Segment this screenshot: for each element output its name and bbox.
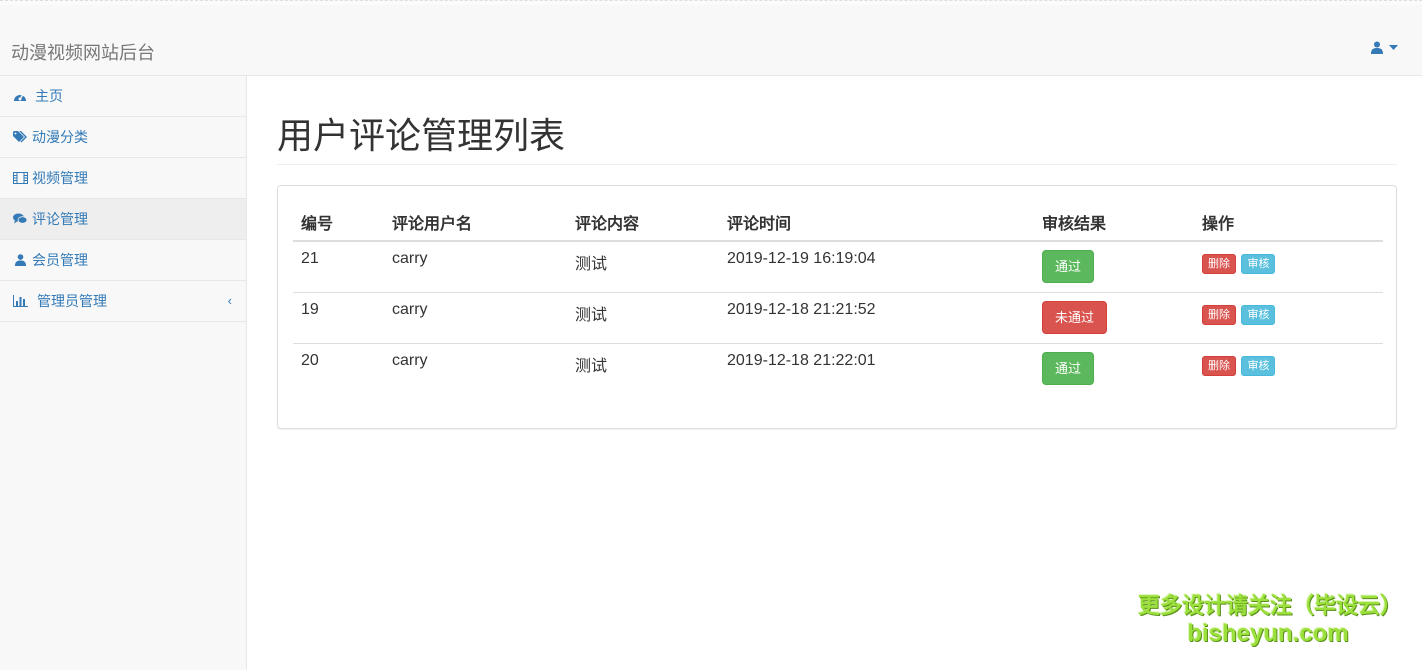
cell-actions: 删除 审核 — [1194, 291, 1383, 343]
cell-actions: 删除 审核 — [1194, 241, 1383, 292]
film-icon — [12, 171, 28, 185]
caret-down-icon — [1389, 45, 1398, 50]
sidebar-item-label: 会员管理 — [32, 252, 88, 268]
status-pass-button[interactable]: 通过 — [1042, 351, 1095, 385]
page-title: 用户评论管理列表 — [277, 116, 1397, 165]
cell-time: 2019-12-18 21:21:52 — [719, 291, 1034, 343]
watermark-line2: bisheyun.com — [1187, 620, 1349, 647]
table-header-row: 编号 评论用户名 评论内容 评论时间 审核结果 操作 — [293, 204, 1383, 242]
tags-icon — [12, 130, 28, 144]
cell-content: 测试 — [567, 342, 719, 394]
status-pass-button[interactable]: 通过 — [1042, 250, 1095, 283]
column-header-status: 审核结果 — [1034, 204, 1194, 242]
cell-id: 20 — [293, 342, 384, 394]
table-row: 19 carry 测试 2019-12-18 21:21:52 未通过 删除 审… — [293, 291, 1383, 343]
cell-user: carry — [384, 291, 567, 343]
cell-status: 通过 — [1034, 241, 1194, 292]
column-header-user: 评论用户名 — [384, 204, 567, 242]
sidebar-item-label: 视频管理 — [32, 170, 88, 186]
review-button[interactable]: 审核 — [1241, 254, 1276, 274]
delete-button[interactable]: 删除 — [1202, 355, 1236, 376]
cell-actions: 删除 审核 — [1194, 342, 1383, 394]
sidebar-item-label: 动漫分类 — [32, 129, 88, 145]
dashboard-icon — [12, 89, 28, 103]
user-menu-toggle[interactable] — [1371, 41, 1398, 54]
comments-panel: 编号 评论用户名 评论内容 评论时间 审核结果 操作 21 carry 测试 2… — [277, 185, 1397, 429]
table-row: 20 carry 测试 2019-12-18 21:22:01 通过 删除 审核 — [293, 342, 1383, 394]
table-row: 21 carry 测试 2019-12-19 16:19:04 通过 删除 审核 — [293, 241, 1383, 292]
cell-status: 通过 — [1034, 342, 1194, 394]
sidebar-item-home[interactable]: 主页 — [0, 76, 246, 117]
sidebar: 主页 动漫分类 视频管理 评论管理 会员管理 管理员管理 ‹ — [0, 76, 247, 670]
cell-id: 21 — [301, 250, 319, 267]
column-header-id: 编号 — [293, 204, 384, 242]
top-navbar: 动漫视频网站后台 — [0, 5, 1422, 76]
watermark-line1: 更多设计请关注（毕设云） — [1138, 593, 1403, 618]
comments-table: 编号 评论用户名 评论内容 评论时间 审核结果 操作 21 carry 测试 2… — [293, 204, 1383, 394]
cell-id: 19 — [293, 291, 384, 343]
column-header-time: 评论时间 — [719, 204, 1034, 242]
sidebar-item-members[interactable]: 会员管理 — [0, 240, 246, 281]
sidebar-item-label: 评论管理 — [32, 211, 88, 227]
status-fail-button[interactable]: 未通过 — [1042, 300, 1108, 334]
sidebar-item-label: 主页 — [35, 88, 63, 104]
sidebar-item-categories[interactable]: 动漫分类 — [0, 117, 246, 158]
cell-time: 2019-12-18 21:22:01 — [719, 342, 1034, 394]
main-content: 用户评论管理列表 编号 评论用户名 评论内容 评论时间 审核结果 操作 21 c — [277, 76, 1397, 429]
user-icon — [12, 253, 28, 267]
comments-icon — [12, 212, 28, 226]
cell-content: 测试 — [575, 256, 608, 273]
delete-button[interactable]: 删除 — [1202, 254, 1236, 274]
brand-title[interactable]: 动漫视频网站后台 — [11, 39, 155, 65]
review-button[interactable]: 审核 — [1241, 355, 1276, 376]
column-header-content: 评论内容 — [567, 204, 719, 242]
cell-time: 2019-12-19 16:19:04 — [727, 250, 876, 267]
cell-user: carry — [392, 250, 428, 267]
watermark: 更多设计请关注（毕设云） bisheyun.com — [1138, 592, 1403, 648]
chevron-left-icon[interactable]: ‹ — [228, 293, 232, 308]
delete-button[interactable]: 删除 — [1202, 304, 1236, 325]
user-icon — [1371, 41, 1383, 54]
bar-chart-icon — [12, 294, 28, 308]
column-header-actions: 操作 — [1194, 204, 1383, 242]
sidebar-item-videos[interactable]: 视频管理 — [0, 158, 246, 199]
cell-content: 测试 — [567, 291, 719, 343]
sidebar-item-admins[interactable]: 管理员管理 ‹ — [0, 281, 246, 322]
sidebar-item-label: 管理员管理 — [37, 293, 107, 309]
review-button[interactable]: 审核 — [1241, 304, 1276, 325]
sidebar-item-comments[interactable]: 评论管理 — [0, 199, 246, 240]
cell-user: carry — [384, 342, 567, 394]
cell-status: 未通过 — [1034, 291, 1194, 343]
